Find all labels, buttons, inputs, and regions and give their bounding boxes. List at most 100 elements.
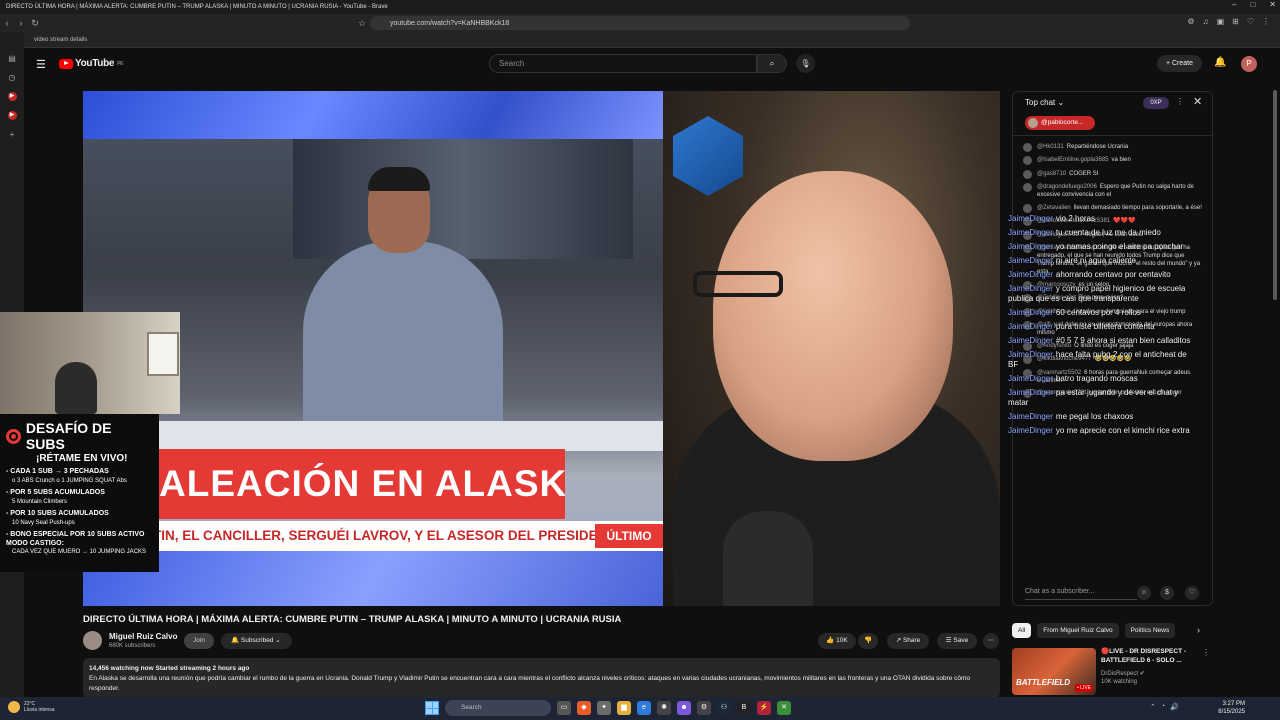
volume-icon[interactable]: 🔊	[1170, 703, 1179, 711]
app-icon[interactable]: ⚡	[757, 701, 771, 715]
description-text: En Alaska se desarrolla una reunión que …	[89, 675, 971, 692]
windows-start-icon[interactable]	[425, 701, 439, 715]
url-text: youtube.com/watch?v=KaNHBBKck18	[390, 19, 510, 27]
copilot-icon[interactable]: ✦	[597, 701, 611, 715]
subscribed-button[interactable]: 🔔 Subscribed ⌄	[221, 633, 292, 649]
reload-icon[interactable]: ↻	[28, 18, 42, 29]
recommended-channel[interactable]: DrDisRespect ✔	[1101, 670, 1145, 677]
steam-icon[interactable]: ⚇	[717, 701, 731, 715]
gaming-chair	[55, 362, 97, 414]
user-avatar	[1023, 294, 1032, 303]
youtube-pinned-icon[interactable]: ▶	[7, 111, 17, 120]
close-window-button[interactable]: ✕	[1269, 0, 1276, 9]
apps-icon[interactable]: ⊞	[1232, 17, 1239, 26]
notifications-bell-icon[interactable]: 🔔	[1214, 57, 1226, 68]
pinned-user-chip[interactable]: @pablocorte...	[1025, 116, 1095, 130]
recommendation-filter-chips: All From Miguel Ruiz Calvo Politics News	[1012, 623, 1176, 639]
edge-icon[interactable]: e	[637, 701, 651, 715]
battlefield-icon[interactable]: B	[737, 701, 751, 715]
close-icon[interactable]: ✕	[1193, 95, 1202, 108]
dislike-icon[interactable]: 👎	[858, 633, 878, 649]
chip-politics-news[interactable]: Politics News	[1124, 623, 1176, 638]
chatgpt-icon[interactable]: ✺	[657, 701, 671, 715]
like-button[interactable]: 👍 10K	[818, 633, 856, 649]
news-ticker: TIN, EL CANCILLER, SERGUÉI LAVROV, Y EL …	[143, 521, 663, 551]
page-scrollbar[interactable]	[1273, 90, 1277, 300]
news-anchor	[303, 241, 503, 441]
minimize-button[interactable]: –	[1232, 0, 1236, 9]
chat-message: @lighthouse Ustedes es demasiado para el …	[1023, 307, 1202, 317]
chevron-up-icon[interactable]: ⌃	[1150, 703, 1156, 711]
search-icon[interactable]: ⌕	[757, 54, 787, 73]
panel-icon[interactable]: ▤	[8, 54, 17, 63]
bookmark-item[interactable]: video stream details	[34, 37, 87, 43]
youtube-pinned-icon[interactable]: ▶	[7, 92, 17, 101]
chat-mode-dropdown[interactable]: Top chat ⌄	[1025, 98, 1064, 107]
youtube-logo[interactable]: YouTube PE	[59, 58, 124, 69]
bookmark-icon[interactable]: ☆	[355, 18, 369, 29]
xbox-icon[interactable]: ✕	[777, 701, 791, 715]
user-avatar	[1023, 156, 1032, 165]
window-titlebar: DIRECTO ÚLTIMA HORA | MÁXIMA ALERTA: CUM…	[0, 0, 1280, 14]
taskbar-clock[interactable]: 3:27 PM 8/15/2025	[1205, 700, 1245, 716]
chat-message: @gas8710 COGER SI	[1023, 169, 1202, 179]
address-bar[interactable]: youtube.com/watch?v=KaNHBBKck18	[370, 16, 910, 30]
maximize-button[interactable]: □	[1250, 0, 1255, 9]
chat-message: @IsabelEmiline.gopla3685 va bien	[1023, 156, 1202, 165]
user-avatar	[1023, 341, 1032, 351]
more-options-icon[interactable]: ⋮	[1202, 648, 1210, 657]
account-avatar[interactable]: P	[1241, 56, 1257, 72]
chat-message: @marcoosuzy es un seloo	[1023, 280, 1202, 290]
chat-input[interactable]: Chat as a subscriber...	[1025, 584, 1137, 600]
create-button[interactable]: + Create	[1157, 55, 1202, 72]
share-button[interactable]: ↗ Share	[887, 633, 929, 649]
more-actions-icon[interactable]: ⋯	[983, 633, 999, 649]
microphone-icon[interactable]: 🎙	[796, 54, 815, 73]
search-input[interactable]: Search	[489, 54, 757, 73]
menu-icon[interactable]: ⋮	[1262, 17, 1270, 26]
window-controls: – □ ✕	[1232, 0, 1276, 9]
user-avatar	[1023, 203, 1032, 213]
settings-icon[interactable]: ⚙	[697, 701, 711, 715]
file-explorer-icon[interactable]: ▆	[617, 701, 631, 715]
weather-icon	[8, 701, 20, 713]
chip-all[interactable]: All	[1012, 623, 1032, 638]
sidebar-icon[interactable]: ▣	[1217, 17, 1225, 26]
wifi-icon[interactable]: ◔	[1161, 703, 1165, 711]
video-player[interactable]: ALEACIÓN EN ALASKA TIN, EL CANCILLER, SE…	[83, 91, 1000, 606]
taskbar-search[interactable]: Search	[445, 700, 551, 716]
video-thumbnail[interactable]: BATTLEFIELD • LIVE	[1012, 648, 1096, 695]
chevron-right-icon[interactable]: ›	[1197, 625, 1200, 635]
user-avatar	[1023, 389, 1032, 398]
back-icon[interactable]: ‹	[0, 18, 14, 28]
forward-icon[interactable]: ›	[14, 18, 28, 28]
save-button[interactable]: ☰ Save	[937, 633, 977, 649]
description-box[interactable]: 14,456 watching now Started streaming 2 …	[83, 658, 1000, 698]
brave-icon[interactable]: ◆	[577, 701, 591, 715]
wallet-icon[interactable]: ♡	[1247, 17, 1254, 26]
task-view-icon[interactable]: ▭	[557, 701, 571, 715]
chat-more-icon[interactable]: ⋮	[1176, 97, 1184, 106]
window-frame	[147, 332, 179, 376]
live-badge: • LIVE	[1075, 684, 1093, 692]
channel-name[interactable]: Miguel Ruiz Calvo	[109, 632, 177, 641]
heart-icon[interactable]: ♡	[1185, 586, 1199, 600]
emoji-icon[interactable]: ☺	[1137, 586, 1151, 600]
hamburger-menu-icon[interactable]: ☰	[36, 58, 46, 71]
recommended-title[interactable]: 🔴LIVE - DR DISRESPECT - BATTLEFIELD 6 - …	[1101, 648, 1201, 665]
xp-badge[interactable]: 0XP	[1143, 97, 1169, 109]
music-icon[interactable]: ♫	[1203, 17, 1209, 26]
super-chat-icon[interactable]: $	[1160, 586, 1174, 600]
extension-icon[interactable]: ⚙	[1187, 17, 1194, 26]
history-icon[interactable]: ◷	[8, 73, 17, 82]
weather-widget[interactable]: 22°C Lluvia intensa	[8, 701, 55, 713]
chip-from-channel[interactable]: From Miguel Ruiz Calvo	[1037, 623, 1119, 638]
logo-text: YouTube	[75, 58, 115, 69]
user-avatar	[1023, 355, 1032, 364]
discord-icon[interactable]: ☻	[677, 701, 691, 715]
join-button[interactable]: Join	[184, 633, 214, 649]
recommended-video[interactable]: BATTLEFIELD • LIVE 🔴LIVE - DR DISRESPECT…	[1012, 648, 1212, 696]
channel-avatar[interactable]	[83, 631, 102, 650]
window-title: DIRECTO ÚLTIMA HORA | MÁXIMA ALERTA: CUM…	[6, 4, 388, 10]
add-icon[interactable]: +	[8, 130, 17, 139]
